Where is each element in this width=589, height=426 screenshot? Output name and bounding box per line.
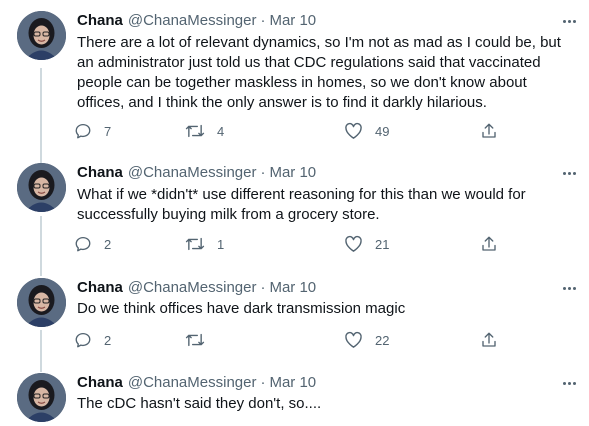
share-icon — [482, 123, 496, 138]
retweet-count: 1 — [217, 236, 225, 252]
tweet-header: Chana @ChanaMessinger · Mar 10 — [77, 163, 316, 183]
share-icon — [482, 236, 496, 251]
reply-count: 2 — [104, 332, 112, 348]
reply-button[interactable]: 2 — [74, 329, 111, 351]
avatar-image — [17, 278, 66, 327]
user-handle[interactable]: @ChanaMessinger — [128, 373, 257, 393]
tweet-header: Chana @ChanaMessinger · Mar 10 — [77, 11, 316, 31]
like-button[interactable]: 21 — [344, 233, 389, 255]
avatar[interactable] — [17, 163, 66, 212]
tweet-text: There are a lot of relevant dynamics, so… — [77, 34, 561, 111]
retweet-button[interactable]: 4 — [185, 120, 224, 142]
reply-count: 2 — [104, 236, 112, 252]
like-count: 21 — [375, 236, 390, 252]
like-button[interactable]: 22 — [344, 329, 389, 351]
display-name[interactable]: Chana — [77, 11, 123, 31]
heart-icon — [345, 235, 362, 252]
avatar-image — [17, 373, 66, 422]
share-button[interactable] — [480, 329, 498, 351]
separator: · — [260, 374, 266, 391]
reply-icon — [75, 123, 91, 139]
more-options-icon[interactable] — [559, 13, 579, 29]
tweet[interactable]: Chana @ChanaMessinger · Mar 10 The cDC h… — [0, 373, 589, 426]
tweet-date[interactable]: Mar 10 — [269, 278, 316, 298]
heart-icon — [345, 122, 362, 139]
retweet-icon — [185, 333, 205, 347]
retweet-button[interactable]: 1 — [185, 233, 224, 255]
tweet-header: Chana @ChanaMessinger · Mar 10 — [77, 373, 316, 393]
reply-icon — [75, 236, 91, 252]
tweet-text: What if we *didn't* use different reason… — [77, 186, 526, 223]
more-options-icon[interactable] — [559, 280, 579, 296]
user-handle[interactable]: @ChanaMessinger — [128, 11, 257, 31]
display-name[interactable]: Chana — [77, 278, 123, 298]
retweet-icon — [185, 124, 205, 138]
tweet-text: The cDC hasn't said they don't, so.... — [77, 395, 322, 412]
reply-button[interactable]: 7 — [74, 120, 111, 142]
display-name[interactable]: Chana — [77, 373, 123, 393]
tweet-actions: 7 4 49 — [74, 120, 514, 142]
avatar[interactable] — [17, 373, 66, 422]
more-options-icon[interactable] — [559, 165, 579, 181]
share-button[interactable] — [480, 120, 498, 142]
separator: · — [260, 164, 266, 181]
tweet[interactable]: Chana @ChanaMessinger · Mar 10 There are… — [0, 11, 589, 151]
display-name[interactable]: Chana — [77, 163, 123, 183]
tweet-date[interactable]: Mar 10 — [269, 373, 316, 393]
retweet-icon — [185, 237, 205, 251]
like-count: 49 — [375, 123, 390, 139]
separator: · — [260, 279, 266, 296]
tweet-actions: 2 1 21 — [74, 233, 514, 255]
avatar-image — [17, 163, 66, 212]
reply-button[interactable]: 2 — [74, 233, 111, 255]
user-handle[interactable]: @ChanaMessinger — [128, 163, 257, 183]
share-icon — [482, 332, 496, 347]
heart-icon — [345, 331, 362, 348]
like-count: 22 — [375, 332, 390, 348]
retweet-count: 4 — [217, 123, 225, 139]
tweet-date[interactable]: Mar 10 — [269, 11, 316, 31]
tweet-date[interactable]: Mar 10 — [269, 163, 316, 183]
reply-count: 7 — [104, 123, 112, 139]
tweet[interactable]: Chana @ChanaMessinger · Mar 10 What if w… — [0, 163, 589, 263]
more-options-icon[interactable] — [559, 375, 579, 391]
avatar[interactable] — [17, 11, 66, 60]
user-handle[interactable]: @ChanaMessinger — [128, 278, 257, 298]
reply-icon — [75, 332, 91, 348]
tweet[interactable]: Chana @ChanaMessinger · Mar 10 Do we thi… — [0, 278, 589, 358]
retweet-button[interactable] — [185, 329, 217, 351]
like-button[interactable]: 49 — [344, 120, 389, 142]
avatar[interactable] — [17, 278, 66, 327]
share-button[interactable] — [480, 233, 498, 255]
tweet-header: Chana @ChanaMessinger · Mar 10 — [77, 278, 316, 298]
avatar-image — [17, 11, 66, 60]
tweet-actions: 2 22 — [74, 329, 514, 351]
separator: · — [260, 12, 266, 29]
tweet-text: Do we think offices have dark transmissi… — [77, 300, 406, 317]
